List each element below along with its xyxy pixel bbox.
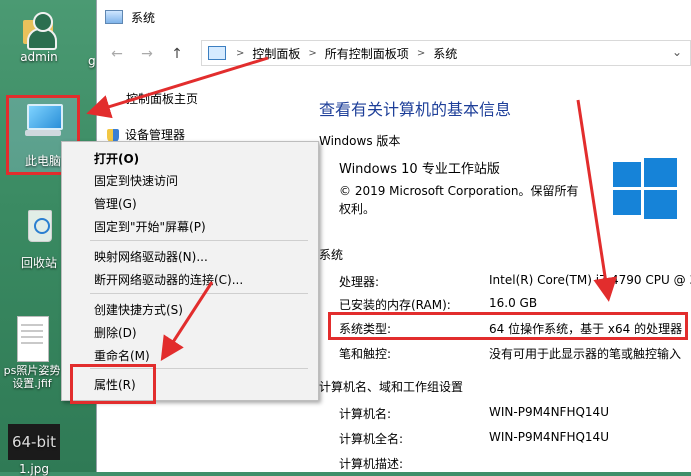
up-arrow-icon[interactable]: ↑	[165, 46, 189, 62]
ram-label: 已安装的内存(RAM):	[339, 298, 451, 312]
control-panel-home-link[interactable]: 控制面板主页	[126, 90, 198, 107]
menu-item-map-drive[interactable]: 映射网络驱动器(N)...	[94, 248, 208, 265]
window-title: 系统	[131, 10, 156, 25]
user-folder-icon	[21, 8, 57, 50]
processor-value: Intel(R) Core(TM) i7-4790 CPU @ 3	[489, 273, 691, 287]
pen-touch-label: 笔和触控:	[339, 347, 392, 361]
address-box[interactable]: > 控制面板 > 所有控制面板项 > 系统 ⌄	[201, 40, 691, 66]
menu-item-manage[interactable]: 管理(G)	[94, 195, 137, 212]
title-bar[interactable]: 系统	[97, 0, 691, 34]
menu-divider	[90, 240, 308, 241]
chevron-down-icon[interactable]: ⌄	[672, 45, 682, 59]
page-title: 查看有关计算机的基本信息	[319, 100, 512, 119]
computer-name-label: 计算机名:	[339, 407, 392, 421]
context-menu: 打开(O) 固定到快速访问 管理(G) 固定到"开始"屏幕(P) 映射网络驱动器…	[61, 141, 319, 401]
monitor-icon	[208, 46, 226, 60]
full-name-value: WIN-P9M4NFHQ14U	[489, 430, 609, 444]
properties-highlight	[70, 364, 156, 404]
image-thumbnail-icon: 64-bit	[8, 424, 60, 460]
menu-item-open[interactable]: 打开(O)	[94, 150, 139, 167]
chevron-right-icon: >	[236, 47, 245, 59]
system-type-highlight	[328, 312, 688, 340]
ram-value: 16.0 GB	[489, 296, 538, 310]
pen-touch-value: 没有可用于此显示器的笔或触控输入	[489, 347, 682, 361]
section-windows-edition: Windows 版本	[319, 134, 401, 148]
chevron-right-icon: >	[308, 47, 317, 59]
device-manager-label: 设备管理器	[125, 128, 186, 142]
desktop-icon-ps-file[interactable]: ps照片姿势设置.jfif	[0, 316, 64, 390]
menu-item-pin-quick-access[interactable]: 固定到快速访问	[94, 172, 178, 189]
menu-item-delete[interactable]: 删除(D)	[94, 324, 137, 341]
menu-item-disconnect-drive[interactable]: 断开网络驱动器的连接(C)...	[94, 271, 243, 288]
address-bar: ← → ↑ > 控制面板 > 所有控制面板项 > 系统 ⌄	[97, 34, 691, 74]
menu-divider	[90, 293, 308, 294]
desktop-icon-64bit-jpg[interactable]: 64-bit 1.jpg	[2, 424, 66, 476]
chevron-right-icon: >	[416, 47, 426, 59]
computer-icon	[21, 102, 65, 142]
breadcrumb-system[interactable]: 系统	[433, 45, 457, 62]
edition-value: Windows 10 专业工作站版	[339, 162, 500, 177]
copyright-line: 权利。	[339, 202, 376, 216]
breadcrumb-all-items[interactable]: 所有控制面板项	[325, 45, 409, 62]
full-name-label: 计算机全名:	[339, 432, 404, 446]
system-window-icon	[105, 10, 123, 24]
windows-logo-icon	[613, 156, 677, 219]
desktop-icon-label: 1.jpg	[18, 462, 50, 476]
section-system: 系统	[319, 248, 344, 262]
copyright-line: © 2019 Microsoft Corporation。保留所有	[339, 184, 579, 198]
menu-item-create-shortcut[interactable]: 创建快捷方式(S)	[94, 301, 183, 318]
desktop-icon-label: admin	[20, 50, 58, 64]
breadcrumb-control-panel[interactable]: 控制面板	[252, 45, 300, 62]
partial-desktop-label: g	[88, 54, 96, 68]
menu-item-pin-start[interactable]: 固定到"开始"屏幕(P)	[94, 218, 206, 235]
processor-label: 处理器:	[339, 275, 380, 289]
main-content: 查看有关计算机的基本信息 Windows 版本 Windows 10 专业工作站…	[319, 74, 691, 472]
desktop-icon-label: ps照片姿势设置.jfif	[3, 364, 61, 390]
computer-name-value: WIN-P9M4NFHQ14U	[489, 405, 609, 419]
forward-arrow-icon[interactable]: →	[135, 46, 159, 62]
back-arrow-icon[interactable]: ←	[105, 46, 129, 62]
desktop-icon-admin[interactable]: admin	[2, 8, 76, 64]
section-computer-name: 计算机名、域和工作组设置	[319, 380, 464, 394]
description-label: 计算机描述:	[339, 457, 404, 471]
recycle-bin-icon	[22, 204, 56, 244]
menu-item-rename[interactable]: 重命名(M)	[94, 347, 150, 364]
image-file-icon	[13, 316, 51, 362]
